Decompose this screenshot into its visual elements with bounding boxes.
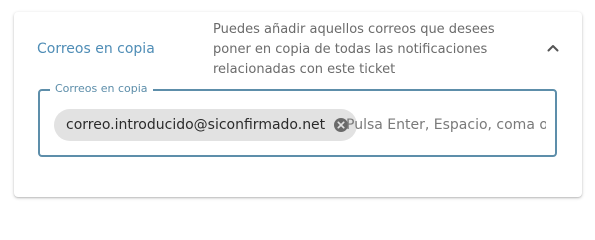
section-title: Correos en copia — [37, 41, 155, 57]
chevron-up-icon[interactable] — [544, 39, 562, 57]
cc-emails-panel-header[interactable]: Correos en copia Puedes añadir aquellos … — [14, 12, 582, 84]
cc-emails-panel: Correos en copia Puedes añadir aquellos … — [14, 12, 582, 197]
email-chip-label: correo.introducido@siconfirmado.net — [66, 117, 326, 133]
section-description: Puedes añadir aquellos correos que desee… — [213, 22, 495, 77]
cc-emails-field[interactable]: Correos en copia correo.introducido@sico… — [38, 82, 557, 157]
email-chip[interactable]: correo.introducido@siconfirmado.net — [54, 109, 358, 141]
email-input[interactable] — [346, 113, 546, 137]
field-label: Correos en copia — [50, 82, 153, 96]
